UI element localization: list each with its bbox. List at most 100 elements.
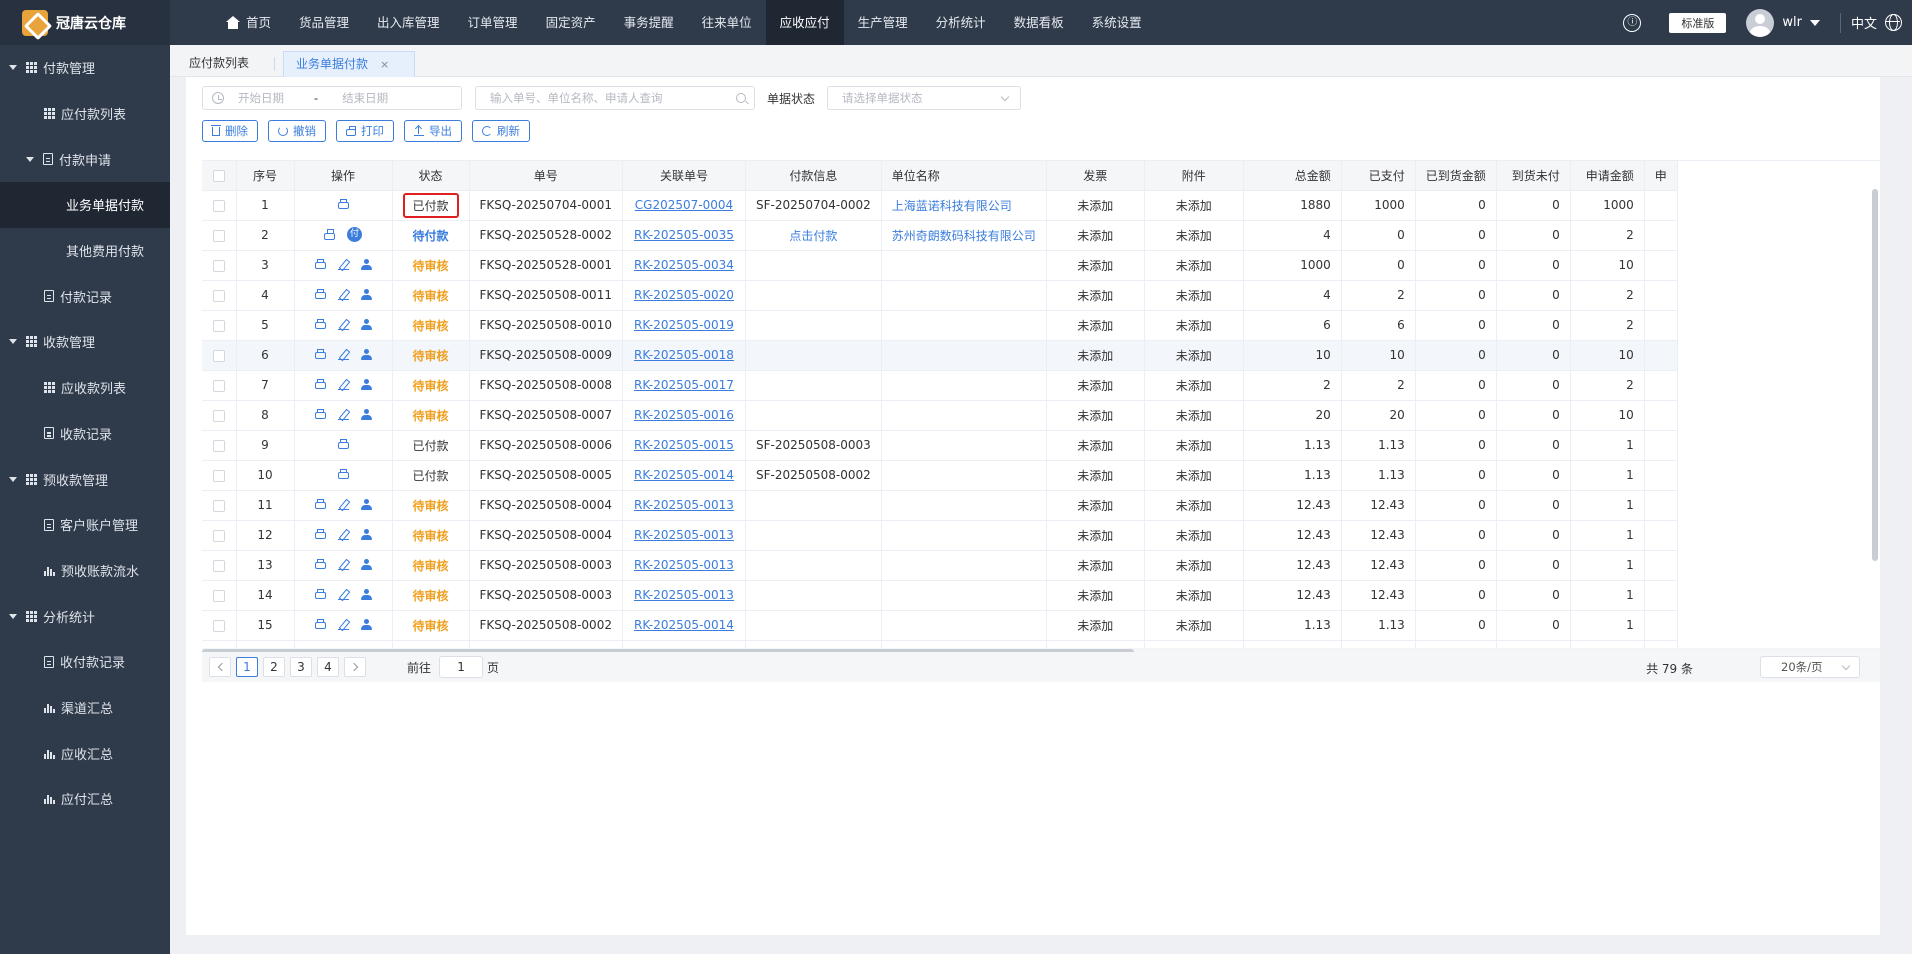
column-header[interactable]: 付款信息 xyxy=(745,161,882,191)
page-button[interactable]: 4 xyxy=(317,657,339,677)
checkbox-icon[interactable] xyxy=(212,289,225,302)
nav-item-10[interactable]: 数据看板 xyxy=(1000,0,1078,45)
scroll-thumb[interactable] xyxy=(1872,189,1878,561)
attachment-status[interactable]: 未添加 xyxy=(1144,610,1244,641)
checkbox-icon[interactable] xyxy=(212,499,225,512)
nav-item-8[interactable]: 生产管理 xyxy=(844,0,922,45)
attachment-status[interactable]: 未添加 xyxy=(1144,430,1244,461)
sidebar-item-8[interactable]: 收款记录 xyxy=(0,411,170,457)
print-button[interactable]: 打印 xyxy=(336,120,394,142)
sidebar-item-3[interactable]: 业务单据付款 xyxy=(0,182,170,228)
attachment-status[interactable]: 未添加 xyxy=(1144,220,1244,251)
nav-item-9[interactable]: 分析统计 xyxy=(922,0,1000,45)
sidebar-item-13[interactable]: 收付款记录 xyxy=(0,639,170,685)
related-order-link[interactable]: RK-202505-0014 xyxy=(634,618,734,632)
nav-item-6[interactable]: 往来单位 xyxy=(688,0,766,45)
edit-icon[interactable] xyxy=(337,559,349,570)
delete-button[interactable]: 删除 xyxy=(202,120,258,142)
column-header[interactable]: 已支付 xyxy=(1341,161,1416,191)
related-order-link[interactable]: RK-202505-0016 xyxy=(634,408,734,422)
related-order-link[interactable]: CG202507-0004 xyxy=(635,198,733,212)
approve-user-icon[interactable] xyxy=(360,528,372,540)
related-order-link[interactable]: RK-202505-0018 xyxy=(634,348,734,362)
column-header[interactable]: 附件 xyxy=(1144,161,1244,191)
related-order-link[interactable]: RK-202505-0034 xyxy=(634,258,734,272)
column-header[interactable]: 已到货金额 xyxy=(1415,161,1497,191)
approve-user-icon[interactable] xyxy=(360,318,372,330)
tab-business-payment[interactable]: 业务单据付款 × xyxy=(283,51,415,77)
date-range-picker[interactable]: 开始日期 - 结束日期 xyxy=(202,86,462,110)
table-row[interactable]: 3 待审核 FKSQ-20250528-0001 RK-202505-0034 未添加未… xyxy=(202,250,1678,281)
row-checkbox-cell[interactable] xyxy=(202,460,237,491)
invoice-status[interactable]: 未添加 xyxy=(1046,370,1145,401)
printer-icon[interactable] xyxy=(314,348,326,359)
row-checkbox-cell[interactable] xyxy=(202,400,237,431)
edit-icon[interactable] xyxy=(337,619,349,630)
column-header[interactable]: 总金额 xyxy=(1243,161,1342,191)
nav-item-11[interactable]: 系统设置 xyxy=(1078,0,1156,45)
approve-user-icon[interactable] xyxy=(360,348,372,360)
related-order-link[interactable]: RK-202505-0017 xyxy=(634,378,734,392)
column-header[interactable]: 申 xyxy=(1644,161,1678,191)
table-row[interactable]: 2 付 待付款 FKSQ-20250528-0002 RK-202505-0035 点击付… xyxy=(202,220,1678,251)
avatar[interactable] xyxy=(1746,8,1775,37)
nav-item-0[interactable]: 首页 xyxy=(212,0,285,45)
approve-user-icon[interactable] xyxy=(360,618,372,630)
invoice-status[interactable]: 未添加 xyxy=(1046,340,1145,371)
pay-icon[interactable]: 付 xyxy=(347,227,362,243)
refresh-button[interactable]: 刷新 xyxy=(472,120,530,142)
export-button[interactable]: 导出 xyxy=(404,120,462,142)
row-checkbox-cell[interactable] xyxy=(202,580,237,611)
invoice-status[interactable]: 未添加 xyxy=(1046,430,1145,461)
invoice-status[interactable]: 未添加 xyxy=(1046,280,1145,311)
column-header[interactable]: 单号 xyxy=(469,161,623,191)
row-checkbox-cell[interactable] xyxy=(202,520,237,551)
status-select[interactable]: 请选择单据状态 xyxy=(827,86,1022,110)
nav-item-7[interactable]: 应收应付 xyxy=(765,0,844,45)
invoice-status[interactable]: 未添加 xyxy=(1046,520,1145,551)
related-order-link[interactable]: RK-202505-0015 xyxy=(634,438,734,452)
printer-icon[interactable] xyxy=(337,468,349,479)
invoice-status[interactable]: 未添加 xyxy=(1046,190,1145,221)
column-header[interactable]: 申请金额 xyxy=(1570,161,1645,191)
edit-icon[interactable] xyxy=(337,349,349,360)
page-button[interactable]: 3 xyxy=(290,657,312,677)
sidebar-item-7[interactable]: 应收款列表 xyxy=(0,365,170,411)
row-checkbox-cell[interactable] xyxy=(202,490,237,521)
attachment-status[interactable]: 未添加 xyxy=(1144,280,1244,311)
printer-icon[interactable] xyxy=(314,408,326,419)
sidebar-item-12[interactable]: 分析统计 xyxy=(0,593,170,639)
pay-now-link[interactable]: 点击付款 xyxy=(789,229,837,243)
attachment-status[interactable]: 未添加 xyxy=(1144,340,1244,371)
printer-icon[interactable] xyxy=(337,198,349,209)
approve-user-icon[interactable] xyxy=(360,588,372,600)
table-row[interactable]: 8 待审核 FKSQ-20250508-0007 RK-202505-0016 未添加未… xyxy=(202,400,1678,431)
related-order-link[interactable]: RK-202505-0013 xyxy=(634,498,734,512)
table-row[interactable]: 10 已付款 FKSQ-20250508-0005 RK-202505-0014 SF-… xyxy=(202,460,1678,491)
app-logo[interactable]: 冠唐云仓库 xyxy=(0,0,170,45)
checkbox-icon[interactable] xyxy=(212,349,225,362)
invoice-status[interactable]: 未添加 xyxy=(1046,250,1145,281)
page-button[interactable]: 2 xyxy=(263,657,285,677)
chevron-down-icon[interactable] xyxy=(1809,19,1820,26)
goto-page-input[interactable]: 1 xyxy=(439,656,484,678)
sidebar-item-0[interactable]: 付款管理 xyxy=(0,45,170,91)
prev-page-button[interactable] xyxy=(209,657,231,677)
nav-item-2[interactable]: 出入库管理 xyxy=(363,0,454,45)
printer-icon[interactable] xyxy=(314,558,326,569)
invoice-status[interactable]: 未添加 xyxy=(1046,610,1145,641)
checkbox-icon[interactable] xyxy=(212,379,225,392)
edit-icon[interactable] xyxy=(337,409,349,420)
column-header[interactable]: 关联单号 xyxy=(622,161,746,191)
attachment-status[interactable]: 未添加 xyxy=(1144,490,1244,521)
search-input[interactable]: 输入单号、单位名称、申请人查询 xyxy=(475,86,755,110)
attachment-status[interactable]: 未添加 xyxy=(1144,370,1244,401)
attachment-status[interactable]: 未添加 xyxy=(1144,190,1244,221)
checkbox-icon[interactable] xyxy=(212,439,225,452)
revoke-button[interactable]: 撤销 xyxy=(268,120,326,142)
row-checkbox-cell[interactable] xyxy=(202,430,237,461)
sidebar-item-6[interactable]: 收款管理 xyxy=(0,319,170,365)
invoice-status[interactable]: 未添加 xyxy=(1046,550,1145,581)
row-checkbox-cell[interactable] xyxy=(202,280,237,311)
checkbox-icon[interactable] xyxy=(212,319,225,332)
